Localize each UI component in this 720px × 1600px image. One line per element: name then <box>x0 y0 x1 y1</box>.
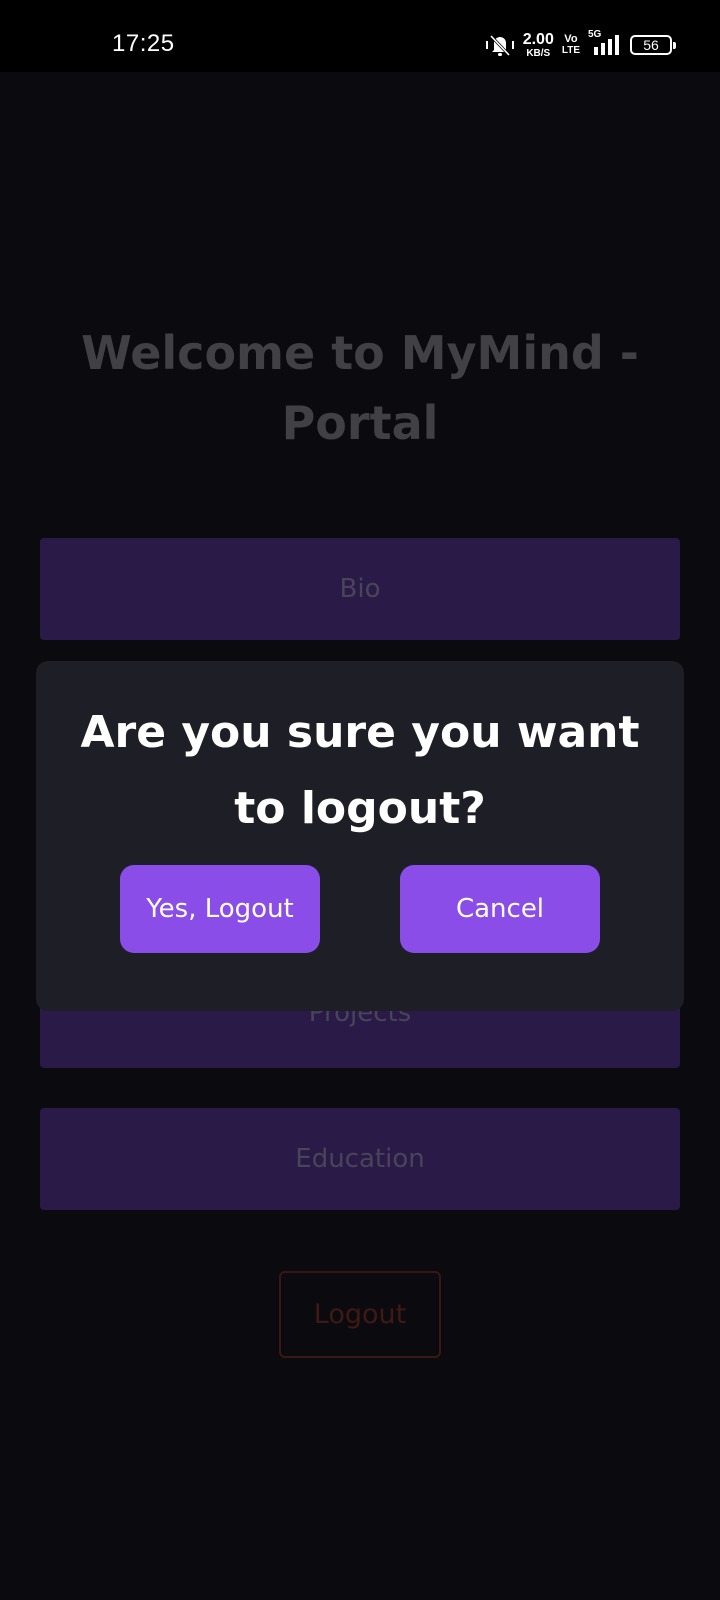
bio-button-label: Bio <box>339 574 381 604</box>
status-bar: 17:25 2.00 KB/S Vo LTE 5G 56 <box>0 0 720 72</box>
dialog-message: Are you sure you want to logout? <box>80 707 640 834</box>
logout-button[interactable]: Logout <box>279 1271 441 1358</box>
status-time: 17:25 <box>112 30 175 57</box>
bio-button[interactable]: Bio <box>40 538 680 640</box>
page-title: Welcome to MyMind - Portal <box>81 326 639 450</box>
cancel-button[interactable]: Cancel <box>400 865 600 953</box>
education-button-label: Education <box>295 1144 425 1174</box>
logout-button-label: Logout <box>313 1299 407 1330</box>
volte-bottom: LTE <box>561 45 580 56</box>
screen: 17:25 2.00 KB/S Vo LTE 5G 56 Welcome to … <box>0 0 720 1600</box>
network-type: 5G <box>588 29 602 40</box>
confirm-logout-button[interactable]: Yes, Logout <box>120 865 320 953</box>
volte-indicator: Vo LTE <box>562 34 580 56</box>
battery-icon: 56 <box>630 35 676 55</box>
network-speed: 2.00 KB/S <box>522 30 554 59</box>
signal-icon: 5G <box>588 29 622 57</box>
battery-level: 56 <box>643 37 659 53</box>
mute-bell-icon <box>485 32 515 58</box>
status-icons: 2.00 KB/S Vo LTE 5G 56 <box>485 29 676 60</box>
logout-confirm-dialog: Are you sure you want to logout? Yes, Lo… <box>36 661 684 1011</box>
network-speed-value: 2.00 <box>522 30 554 48</box>
volte-top: Vo <box>564 33 578 45</box>
education-button[interactable]: Education <box>40 1108 680 1210</box>
network-speed-unit: KB/S <box>526 47 551 59</box>
